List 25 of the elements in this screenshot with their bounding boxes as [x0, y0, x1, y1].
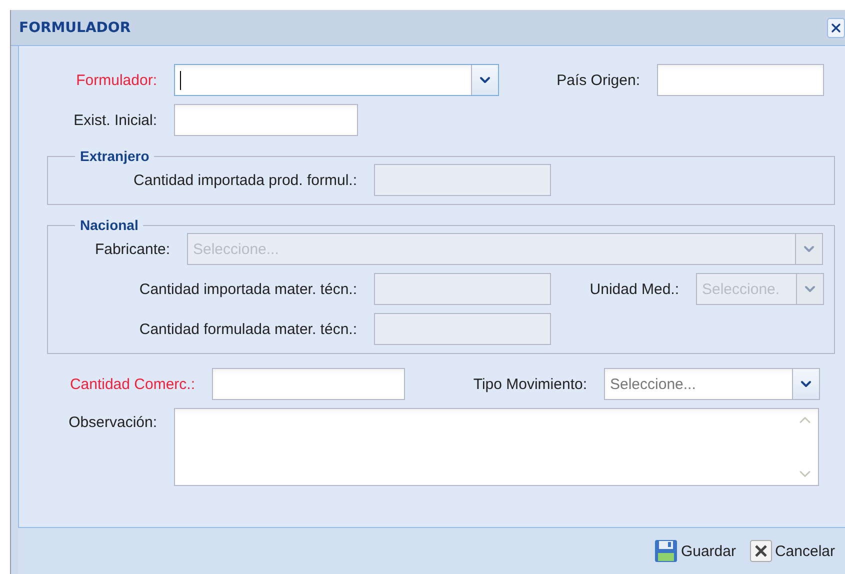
field-label: País Origen:	[556, 72, 641, 88]
close-icon	[829, 20, 843, 34]
field-label: Cantidad importada mater. técn.:	[138, 280, 358, 298]
cancel-button[interactable]: Cancelar	[750, 540, 835, 562]
save-button[interactable]: Guardar	[654, 539, 736, 563]
field-label: Fabricante:	[94, 240, 171, 258]
group-legend: Nacional	[75, 217, 144, 233]
close-button[interactable]	[827, 18, 845, 38]
input-field[interactable]	[212, 368, 405, 400]
field-label: Tipo Movimiento:	[472, 376, 588, 392]
combo-box[interactable]	[174, 64, 499, 96]
input-field[interactable]	[657, 64, 824, 96]
close-icon	[750, 540, 772, 562]
input-field[interactable]	[174, 104, 358, 136]
field-label: Cantidad Comerc.:	[68, 376, 196, 392]
group-legend: Extranjero	[75, 148, 154, 164]
field-label: Observación:	[68, 413, 158, 431]
field-label: Unidad Med.:	[588, 280, 680, 298]
field-label: Cantidad importada prod. formul.:	[132, 172, 358, 188]
field-label: Formulador:	[75, 72, 158, 88]
field-label: Cantidad formulada mater. técn.:	[138, 320, 358, 338]
window-title: FORMULADOR	[19, 20, 131, 36]
field-label: Exist. Inicial:	[72, 112, 158, 128]
combo-box[interactable]: Seleccione...	[604, 368, 820, 400]
text-area[interactable]	[174, 408, 819, 486]
